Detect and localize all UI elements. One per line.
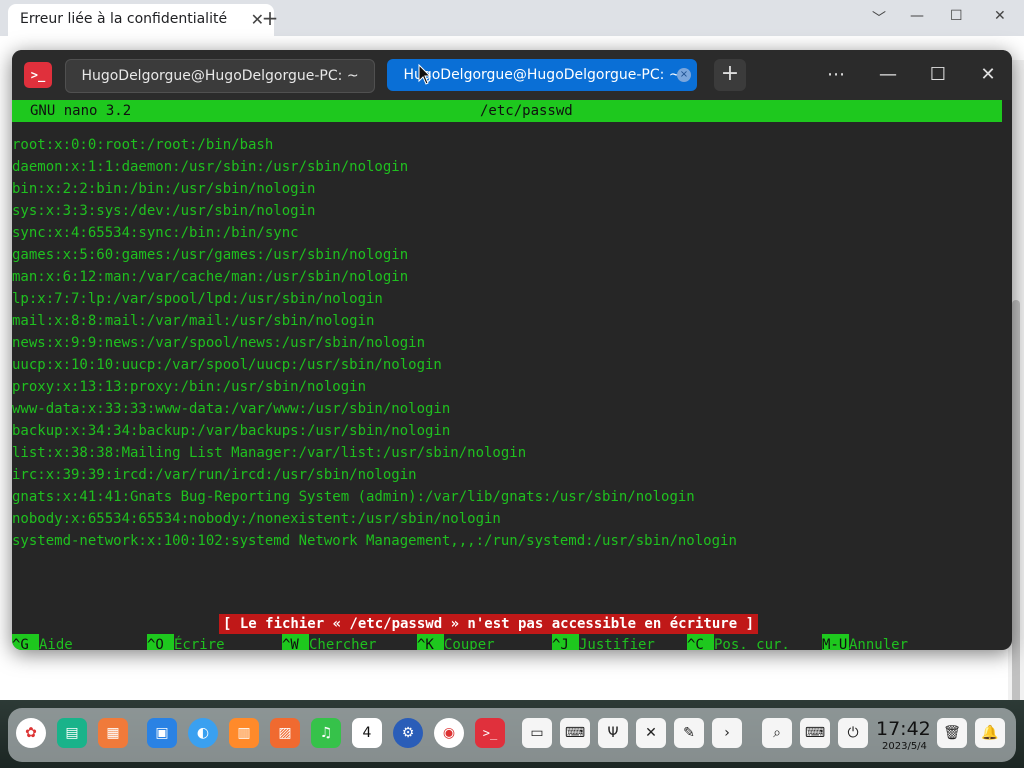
file-line: www-data:x:33:33:www-data:/var/www:/usr/…	[12, 401, 451, 417]
chrome-icon[interactable]: ◉	[434, 718, 464, 748]
nano-header: GNU nano 3.2 /etc/passwd	[12, 100, 1002, 122]
browser-tab[interactable]: Erreur liée à la confidentialité ✕	[8, 4, 274, 36]
shortcut-label: Justifier	[579, 637, 655, 650]
shortcut-key: ^C	[687, 634, 714, 650]
power-icon[interactable]: ⏻	[838, 718, 868, 748]
browser-tab-title: Erreur liée à la confidentialité	[20, 11, 228, 27]
nano-filename: /etc/passwd	[480, 103, 573, 119]
status-message: [ Le fichier « /etc/passwd » n'est pas a…	[219, 614, 759, 634]
shortcut-item: ^W Chercher	[282, 634, 376, 650]
file-line: lp:x:7:7:lp:/var/spool/lpd:/usr/sbin/nol…	[12, 291, 383, 307]
file-line: proxy:x:13:13:proxy:/bin:/usr/sbin/nolog…	[12, 379, 367, 395]
shortcut-item: M-U Annuler	[822, 634, 908, 650]
new-tab-button[interactable]: +	[714, 59, 746, 91]
file-line: gnats:x:41:41:Gnats Bug-Reporting System…	[12, 489, 695, 505]
keyboard-icon[interactable]: ⌨	[560, 718, 590, 748]
nano-version: GNU nano 3.2	[30, 103, 132, 119]
tab-close-icon[interactable]: ×	[677, 68, 691, 82]
volume-muted-icon[interactable]: ✕	[636, 718, 666, 748]
browser-tab-list-icon[interactable]: ﹀	[872, 8, 886, 28]
shortcut-label: Couper	[444, 637, 495, 650]
shortcut-item: ^J Justifier	[552, 634, 655, 650]
shortcut-key: ^O	[147, 634, 174, 650]
file-line: irc:x:39:39:ircd:/var/run/ircd:/usr/sbin…	[12, 467, 417, 483]
file-line: nobody:x:65534:65534:nobody:/nonexistent…	[12, 511, 501, 527]
notification-bell-icon[interactable]: 🔔	[975, 718, 1005, 748]
file-line: man:x:6:12:man:/var/cache/man:/usr/sbin/…	[12, 269, 409, 285]
chevron-right-icon[interactable]: ›	[712, 718, 742, 748]
multitask-icon[interactable]: ▤	[57, 718, 87, 748]
shortcut-label: Chercher	[309, 637, 377, 650]
browser-tab-bar: Erreur liée à la confidentialité ✕ + ﹀ —…	[0, 0, 1024, 36]
browser-close-button[interactable]: ✕	[994, 8, 1006, 24]
file-line: systemd-network:x:100:102:systemd Networ…	[12, 533, 737, 549]
shortcut-label: Annuler	[849, 637, 909, 650]
minimize-button[interactable]: —	[874, 62, 902, 88]
browser-icon[interactable]: ◐	[188, 718, 218, 748]
terminal-content[interactable]: GNU nano 3.2 /etc/passwd root:x:0:0:root…	[12, 100, 1012, 650]
terminal-tab-2[interactable]: HugoDelgorgue@HugoDelgorgue-PC: ~ ×	[387, 59, 697, 91]
photos-icon[interactable]: ▨	[270, 718, 300, 748]
file-line: news:x:9:9:news:/var/spool/news:/usr/sbi…	[12, 335, 426, 351]
launcher-icon[interactable]: ✿	[16, 718, 46, 748]
file-line: root:x:0:0:root:/root:/bin/bash	[12, 137, 274, 153]
clock-time[interactable]: 17:42	[876, 718, 931, 740]
menu-icon[interactable]: ⋯	[822, 62, 850, 88]
terminal-titlebar: >_ HugoDelgorgue@HugoDelgorgue-PC: ~ Hug…	[12, 50, 1012, 100]
shortcut-key: ^J	[552, 634, 579, 650]
shortcut-label: Écrire	[174, 637, 225, 650]
screenshot-icon[interactable]: ▭	[522, 718, 552, 748]
shortcut-key: ^W	[282, 634, 309, 650]
shortcut-item: ^O Écrire	[147, 634, 225, 650]
file-line: bin:x:2:2:bin:/bin:/usr/sbin/nologin	[12, 181, 316, 197]
mouse-cursor-icon	[418, 64, 432, 85]
terminal-app-icon: >_	[24, 62, 52, 88]
shortcut-item: ^K Couper	[417, 634, 495, 650]
shortcut-key: ^G	[12, 634, 39, 650]
file-line: uucp:x:10:10:uucp:/var/spool/uucp:/usr/s…	[12, 357, 442, 373]
scrollbar-thumb[interactable]	[1012, 300, 1020, 740]
music-icon[interactable]: ♫	[311, 718, 341, 748]
maximize-button[interactable]: ☐	[924, 62, 952, 88]
browser-new-tab-button[interactable]: +	[260, 6, 280, 30]
file-line: sync:x:4:65534:sync:/bin:/bin/sync	[12, 225, 299, 241]
search-icon[interactable]: ⌕	[762, 718, 792, 748]
shortcut-key: M-U	[822, 634, 849, 650]
shortcut-key: ^K	[417, 634, 444, 650]
file-line: daemon:x:1:1:daemon:/usr/sbin:/usr/sbin/…	[12, 159, 409, 175]
file-manager-icon[interactable]: ▣	[147, 718, 177, 748]
app-store-icon[interactable]: ▦	[98, 718, 128, 748]
store-icon[interactable]: ▥	[229, 718, 259, 748]
calendar-icon[interactable]: 4	[352, 718, 382, 748]
file-line: backup:x:34:34:backup:/var/backups:/usr/…	[12, 423, 451, 439]
terminal-dock-icon[interactable]: >_	[475, 718, 505, 748]
settings-icon[interactable]: ⚙	[393, 718, 423, 748]
terminal-tab-label: HugoDelgorgue@HugoDelgorgue-PC: ~	[403, 67, 681, 83]
terminal-tab-1[interactable]: HugoDelgorgue@HugoDelgorgue-PC: ~	[65, 59, 375, 93]
shortcut-item: ^C Pos. cur.	[687, 634, 790, 650]
shortcut-item: ^G Aide	[12, 634, 73, 650]
clock-date: 2023/5/4	[882, 741, 927, 752]
pen-icon[interactable]: ✎	[674, 718, 704, 748]
file-line: games:x:5:60:games:/usr/games:/usr/sbin/…	[12, 247, 409, 263]
usb-icon[interactable]: Ψ	[598, 718, 628, 748]
browser-maximize-button[interactable]: ☐	[950, 8, 963, 24]
shortcut-label: Pos. cur.	[714, 637, 790, 650]
onscreen-keyboard-icon[interactable]: ⌨	[800, 718, 830, 748]
trash-icon[interactable]: 🗑	[937, 718, 967, 748]
terminal-window: >_ HugoDelgorgue@HugoDelgorgue-PC: ~ Hug…	[12, 50, 1012, 650]
file-line: sys:x:3:3:sys:/dev:/usr/sbin/nologin	[12, 203, 316, 219]
file-line: list:x:38:38:Mailing List Manager:/var/l…	[12, 445, 527, 461]
shortcut-label: Aide	[39, 637, 73, 650]
close-button[interactable]: ✕	[974, 62, 1002, 88]
file-line: mail:x:8:8:mail:/var/mail:/usr/sbin/nolo…	[12, 313, 375, 329]
terminal-tab-label: HugoDelgorgue@HugoDelgorgue-PC: ~	[81, 68, 359, 84]
browser-minimize-button[interactable]: —	[910, 8, 924, 24]
